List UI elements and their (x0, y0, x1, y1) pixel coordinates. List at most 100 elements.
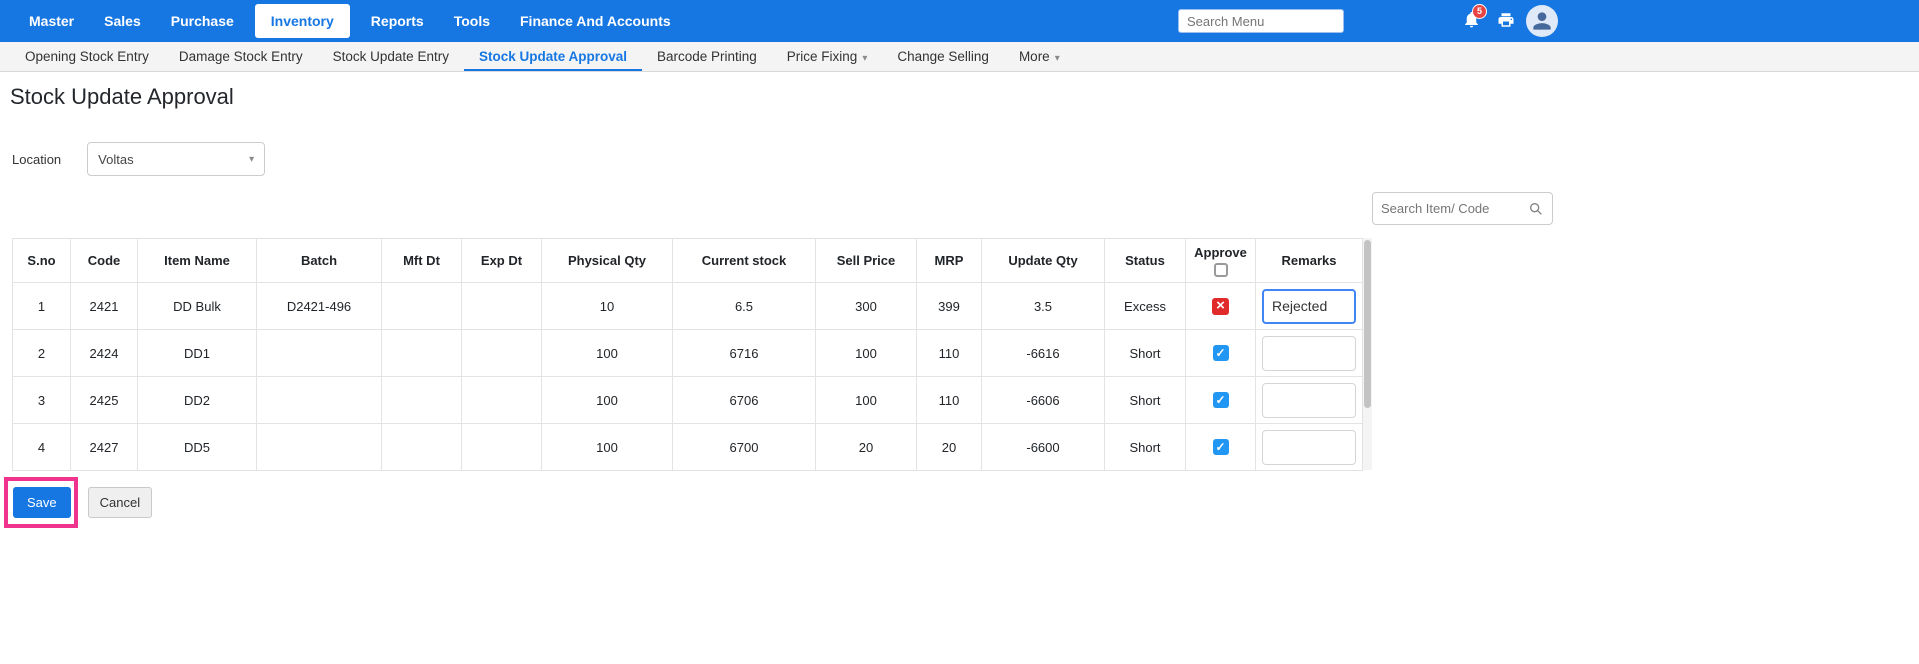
tab-damage-stock-entry[interactable]: Damage Stock Entry (164, 42, 318, 71)
printer-icon (1497, 11, 1515, 29)
tab-barcode-printing[interactable]: Barcode Printing (642, 42, 772, 71)
cell-batch (257, 377, 382, 424)
header-approve-label: Approve (1194, 245, 1247, 260)
cell-exp-dt (462, 377, 542, 424)
tab-opening-stock-entry[interactable]: Opening Stock Entry (10, 42, 164, 71)
cell-mrp: 110 (917, 377, 982, 424)
cell-remarks (1256, 283, 1363, 330)
header-status: Status (1105, 239, 1186, 283)
inventory-sub-navigation: Opening Stock Entry Damage Stock Entry S… (0, 42, 1919, 72)
cell-code: 2425 (71, 377, 138, 424)
cell-mft-dt (382, 424, 462, 471)
tab-change-selling[interactable]: Change Selling (882, 42, 1004, 71)
nav-purchase[interactable]: Purchase (156, 0, 249, 42)
header-sno: S.no (13, 239, 71, 283)
stock-table: S.no Code Item Name Batch Mft Dt Exp Dt … (12, 238, 1363, 471)
cell-update-qty: -6616 (982, 330, 1105, 377)
nav-inventory[interactable]: Inventory (255, 4, 350, 38)
nav-master[interactable]: Master (14, 0, 89, 42)
nav-tools[interactable]: Tools (439, 0, 505, 42)
cell-mft-dt (382, 330, 462, 377)
location-label: Location (12, 152, 61, 167)
top-navigation: Master Sales Purchase Inventory Reports … (0, 0, 1919, 42)
cell-physical-qty: 100 (542, 377, 673, 424)
remarks-input[interactable] (1262, 430, 1356, 465)
header-mrp: MRP (917, 239, 982, 283)
nav-finance-and-accounts[interactable]: Finance And Accounts (505, 0, 686, 42)
cell-approve: × (1186, 283, 1256, 330)
cancel-button[interactable]: Cancel (88, 487, 152, 518)
header-batch: Batch (257, 239, 382, 283)
cell-sell-price: 100 (816, 330, 917, 377)
location-selected-value: Voltas (98, 152, 133, 167)
table-row: 2 2424 DD1 100 6716 100 110 -6616 Short … (13, 330, 1363, 377)
cell-remarks (1256, 377, 1363, 424)
header-remarks: Remarks (1256, 239, 1363, 283)
remarks-input[interactable] (1262, 383, 1356, 418)
save-button[interactable]: Save (13, 487, 71, 518)
cell-approve: ✓ (1186, 424, 1256, 471)
tab-stock-update-approval[interactable]: Stock Update Approval (464, 42, 642, 71)
location-filter: Location Voltas ▾ (12, 142, 265, 176)
header-item-name: Item Name (138, 239, 257, 283)
table-scrollbar[interactable] (1363, 238, 1372, 470)
cell-mft-dt (382, 377, 462, 424)
chevron-down-icon: ▾ (249, 154, 254, 165)
reject-icon[interactable]: × (1212, 298, 1229, 315)
tab-price-fixing-label: Price Fixing (787, 49, 858, 64)
print-button[interactable] (1497, 11, 1515, 34)
cell-exp-dt (462, 330, 542, 377)
approve-checkbox[interactable]: ✓ (1213, 439, 1229, 455)
stock-table-container: S.no Code Item Name Batch Mft Dt Exp Dt … (12, 238, 1372, 471)
approve-checkbox[interactable]: ✓ (1213, 345, 1229, 361)
remarks-input[interactable] (1262, 336, 1356, 371)
cell-batch (257, 330, 382, 377)
item-search-input[interactable] (1381, 201, 1528, 216)
approve-checkbox[interactable]: ✓ (1213, 392, 1229, 408)
notification-badge: 5 (1472, 4, 1487, 19)
cell-sno: 3 (13, 377, 71, 424)
cell-item-name: DD2 (138, 377, 257, 424)
scrollbar-thumb[interactable] (1364, 240, 1371, 408)
cell-exp-dt (462, 424, 542, 471)
cell-sno: 2 (13, 330, 71, 377)
cell-physical-qty: 100 (542, 330, 673, 377)
cell-exp-dt (462, 283, 542, 330)
cell-sno: 4 (13, 424, 71, 471)
user-avatar[interactable] (1526, 5, 1558, 37)
cell-status: Short (1105, 377, 1186, 424)
header-sell-price: Sell Price (816, 239, 917, 283)
nav-sales[interactable]: Sales (89, 0, 156, 42)
cell-item-name: DD5 (138, 424, 257, 471)
page-title: Stock Update Approval (10, 84, 234, 110)
table-row: 4 2427 DD5 100 6700 20 20 -6600 Short ✓ (13, 424, 1363, 471)
location-select[interactable]: Voltas ▾ (87, 142, 265, 176)
header-mft-dt: Mft Dt (382, 239, 462, 283)
cell-sell-price: 300 (816, 283, 917, 330)
cell-code: 2424 (71, 330, 138, 377)
cell-update-qty: -6600 (982, 424, 1105, 471)
chevron-down-icon: ▾ (1055, 53, 1060, 64)
cell-code: 2427 (71, 424, 138, 471)
cell-sell-price: 100 (816, 377, 917, 424)
tab-stock-update-entry[interactable]: Stock Update Entry (318, 42, 464, 71)
cell-mft-dt (382, 283, 462, 330)
remarks-input[interactable] (1262, 289, 1356, 324)
cell-physical-qty: 100 (542, 424, 673, 471)
item-search-box (1372, 192, 1553, 225)
cell-current-stock: 6.5 (673, 283, 816, 330)
search-icon[interactable] (1528, 201, 1544, 217)
notifications-button[interactable]: 5 (1462, 10, 1481, 34)
cell-batch: D2421-496 (257, 283, 382, 330)
nav-reports[interactable]: Reports (356, 0, 439, 42)
cell-approve: ✓ (1186, 377, 1256, 424)
tab-more[interactable]: More▾ (1004, 42, 1075, 71)
table-row: 1 2421 DD Bulk D2421-496 10 6.5 300 399 … (13, 283, 1363, 330)
cell-update-qty: 3.5 (982, 283, 1105, 330)
header-physical-qty: Physical Qty (542, 239, 673, 283)
cell-item-name: DD Bulk (138, 283, 257, 330)
approve-all-checkbox[interactable] (1214, 263, 1228, 277)
tab-price-fixing[interactable]: Price Fixing▾ (772, 42, 883, 71)
menu-search-input[interactable] (1178, 9, 1344, 33)
cell-approve: ✓ (1186, 330, 1256, 377)
